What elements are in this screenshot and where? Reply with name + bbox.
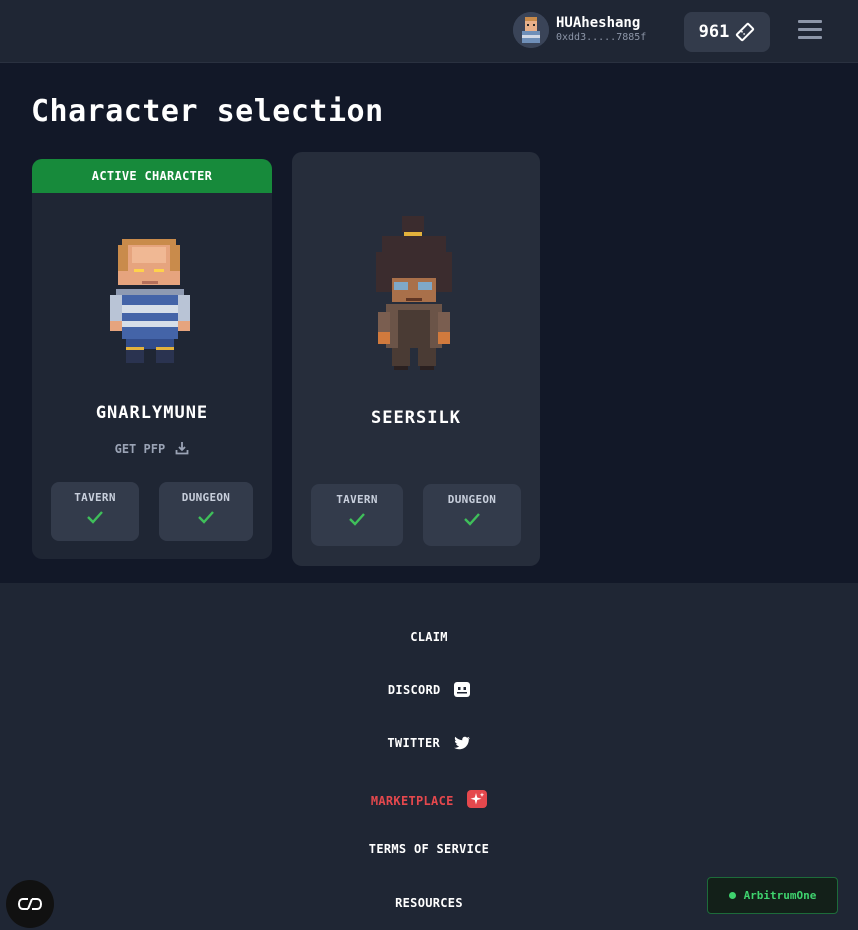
network-status-dot xyxy=(728,892,736,899)
character-card-seersilk[interactable]: SEERSILK TAVERN DUNGEON xyxy=(292,152,540,566)
character-sprite-gnarlymune xyxy=(108,237,192,373)
footer-link-twitter[interactable]: TWITTER xyxy=(0,736,858,750)
top-bar: HUAheshang 0xdd3.....7885f 961 xyxy=(0,0,858,63)
user-profile[interactable]: HUAheshang 0xdd3.....7885f xyxy=(513,12,646,48)
hamburger-icon[interactable] xyxy=(796,20,824,44)
footer-link-marketplace[interactable]: MARKETPLACE xyxy=(0,790,858,808)
check-icon xyxy=(87,511,103,524)
wallet-address: 0xdd3.....7885f xyxy=(556,32,647,43)
active-character-badge: ACTIVE CHARACTER xyxy=(32,159,272,193)
character-name: SEERSILK xyxy=(371,408,461,428)
network-label: ArbitrumOne xyxy=(743,889,817,902)
tavern-label: TAVERN xyxy=(336,493,378,506)
dungeon-label: DUNGEON xyxy=(181,491,231,504)
download-icon xyxy=(176,442,189,455)
footer-link-terms[interactable]: TERMS OF SERVICE xyxy=(0,842,858,856)
cookie-settings-button[interactable] xyxy=(6,880,54,928)
check-icon xyxy=(198,511,214,524)
claim-label: CLAIM xyxy=(410,630,448,644)
twitter-label: TWITTER xyxy=(387,736,441,750)
page-title: Character selection xyxy=(31,94,384,129)
dungeon-status: DUNGEON xyxy=(159,482,253,541)
cookie-icon xyxy=(17,898,43,910)
dungeon-status: DUNGEON xyxy=(423,484,521,546)
marketplace-label: MARKETPLACE xyxy=(370,794,454,808)
get-pfp-button[interactable]: GET PFP xyxy=(32,441,272,456)
sparkles-icon xyxy=(467,790,488,808)
check-icon xyxy=(349,513,365,526)
footer-link-discord[interactable]: DISCORD xyxy=(0,682,858,697)
twitter-icon xyxy=(453,736,470,750)
network-badge[interactable]: ArbitrumOne xyxy=(707,877,838,914)
ticket-icon xyxy=(736,22,755,42)
username: HUAheshang xyxy=(556,15,641,31)
get-pfp-label: GET PFP xyxy=(114,442,166,456)
tavern-status: TAVERN xyxy=(311,484,403,546)
dungeon-label: DUNGEON xyxy=(447,493,497,506)
tavern-label: TAVERN xyxy=(74,491,116,504)
character-card-gnarlymune[interactable]: ACTIVE CHARACTER GNARLYMUNE GET PFP TAVE… xyxy=(32,159,272,559)
character-name: GNARLYMUNE xyxy=(95,403,209,423)
resources-label: RESOURCES xyxy=(395,896,463,910)
tickets-count: 961 xyxy=(698,22,730,42)
discord-label: DISCORD xyxy=(387,683,441,697)
character-selection-section: Character selection ACTIVE CHARACTER GNA… xyxy=(0,64,858,583)
discord-icon xyxy=(454,682,471,697)
footer-link-claim[interactable]: CLAIM xyxy=(0,630,858,644)
terms-label: TERMS OF SERVICE xyxy=(368,842,490,856)
character-sprite-seersilk xyxy=(374,216,454,374)
user-avatar xyxy=(513,12,549,48)
tavern-status: TAVERN xyxy=(51,482,139,541)
tickets-button[interactable]: 961 xyxy=(684,12,770,52)
check-icon xyxy=(464,513,480,526)
